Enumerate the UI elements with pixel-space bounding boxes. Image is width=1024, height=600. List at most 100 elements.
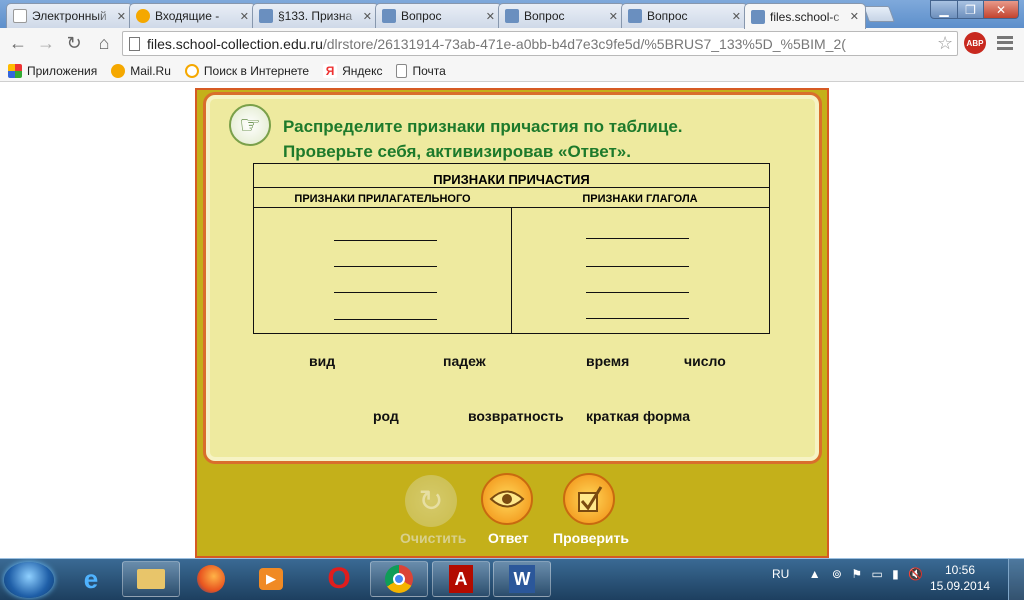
drop-slot-left-1[interactable] xyxy=(334,240,437,241)
acrobat-icon[interactable]: A xyxy=(432,561,490,597)
clear-label: Очистить xyxy=(400,530,467,546)
signal-icon[interactable]: ▮ xyxy=(892,567,899,581)
column-divider xyxy=(511,208,512,333)
bookmark-label: Почта xyxy=(412,63,446,78)
drop-slot-left-2[interactable] xyxy=(334,266,437,267)
ie-icon[interactable]: e xyxy=(62,561,120,597)
address-bar[interactable]: files.school-collection.edu.ru/dlrstore/… xyxy=(122,31,958,56)
pointing-hand-icon: ☞ xyxy=(229,104,271,146)
bookmark-apps[interactable]: Приложения xyxy=(8,63,98,78)
minimize-button[interactable]: ▁ xyxy=(930,0,958,19)
close-icon[interactable]: ✕ xyxy=(363,10,372,23)
tab-question-2[interactable]: Вопрос ✕ xyxy=(498,3,625,28)
drop-slot-left-3[interactable] xyxy=(334,292,437,293)
close-window-button[interactable]: ✕ xyxy=(983,0,1019,19)
bookmark-yandex[interactable]: Я Яндекс xyxy=(323,63,383,78)
word-reflexivity[interactable]: возвратность xyxy=(468,408,564,424)
drop-slot-right-1[interactable] xyxy=(586,238,689,239)
volume-muted-icon[interactable]: 🔇 xyxy=(908,567,923,581)
table-title: ПРИЗНАКИ ПРИЧАСТИЯ xyxy=(254,164,769,188)
tab-label: Электронный xyxy=(32,9,107,23)
refresh-icon: ↻ xyxy=(418,484,444,518)
bookmark-star-icon[interactable]: ☆ xyxy=(937,33,953,53)
clear-button[interactable]: ↻ xyxy=(405,475,457,527)
word-case[interactable]: падеж xyxy=(443,353,486,369)
word-gender[interactable]: род xyxy=(373,408,399,424)
answer-button[interactable] xyxy=(481,473,533,525)
close-icon[interactable]: ✕ xyxy=(732,10,741,23)
close-icon[interactable]: ✕ xyxy=(850,10,859,23)
apps-icon xyxy=(8,63,22,78)
tab-question-1[interactable]: Вопрос ✕ xyxy=(375,3,502,28)
bookmark-label: Яндекс xyxy=(342,63,383,78)
site-icon xyxy=(751,9,765,24)
close-icon[interactable]: ✕ xyxy=(486,10,495,23)
answer-label: Ответ xyxy=(488,530,529,546)
start-button[interactable] xyxy=(4,562,54,598)
tab-section133[interactable]: §133. Призна ✕ xyxy=(252,3,379,28)
tab-question-3[interactable]: Вопрос ✕ xyxy=(621,3,748,28)
bookmark-label: Приложения xyxy=(27,63,98,78)
home-icon[interactable]: ⌂ xyxy=(94,33,114,53)
tab-label: files.school-c xyxy=(770,9,840,24)
language-indicator[interactable]: RU xyxy=(772,567,789,581)
menu-icon[interactable] xyxy=(997,36,1013,50)
column-header-adjective: ПРИЗНАКИ ПРИЛАГАТЕЛЬНОГО xyxy=(254,188,511,208)
maximize-button[interactable]: ❐ xyxy=(957,0,984,19)
new-tab-button[interactable] xyxy=(863,6,895,22)
close-icon[interactable]: ✕ xyxy=(117,10,126,23)
opera-icon[interactable]: O xyxy=(310,561,368,597)
firefox-icon[interactable] xyxy=(182,561,240,597)
explorer-icon[interactable] xyxy=(122,561,180,597)
show-desktop-button[interactable] xyxy=(1008,559,1024,600)
checkmark-icon xyxy=(578,486,603,512)
display-icon[interactable]: ▭ xyxy=(871,567,882,581)
word-number[interactable]: число xyxy=(684,353,726,369)
url-path: /dlrstore/26131914-73ab-471e-a0bb-b4d7e3… xyxy=(322,35,846,52)
tab-label: Входящие - xyxy=(155,9,220,23)
tab-files-active[interactable]: files.school-c ✕ xyxy=(744,3,866,29)
network-icon[interactable]: ⊚ xyxy=(832,567,842,581)
word-icon[interactable]: W xyxy=(493,561,551,597)
tab-label: §133. Призна xyxy=(278,9,353,23)
instruction-line-2: Проверьте себя, активизировав «Ответ». xyxy=(283,142,631,161)
instruction-line-1: Распределите признаки причастия по табли… xyxy=(283,117,683,136)
eye-icon xyxy=(489,490,525,508)
drop-slot-right-3[interactable] xyxy=(586,292,689,293)
forward-icon[interactable]: → xyxy=(36,33,56,53)
adblock-icon[interactable]: ABP xyxy=(964,32,986,54)
action-center-icon[interactable]: ⚑ xyxy=(851,567,862,581)
reload-icon[interactable]: ↻ xyxy=(64,33,84,53)
bookmark-search[interactable]: Поиск в Интернете xyxy=(184,63,309,78)
close-icon[interactable]: ✕ xyxy=(240,10,249,23)
url-host: files.school-collection.edu.ru xyxy=(147,35,323,52)
bookmark-mail[interactable]: Почта xyxy=(396,63,446,78)
word-short-form[interactable]: краткая форма xyxy=(586,408,690,424)
site-icon xyxy=(259,9,273,23)
close-icon[interactable]: ✕ xyxy=(609,10,618,23)
site-icon xyxy=(628,9,642,23)
word-aspect[interactable]: вид xyxy=(309,353,335,369)
media-icon[interactable]: ▶ xyxy=(242,561,300,597)
drop-slot-right-4[interactable] xyxy=(586,318,689,319)
column-header-verb: ПРИЗНАКИ ГЛАГОЛА xyxy=(511,188,769,208)
back-icon[interactable]: ← xyxy=(8,33,28,53)
tab-inbox[interactable]: Входящие - ✕ xyxy=(129,3,256,28)
drop-slot-right-2[interactable] xyxy=(586,266,689,267)
word-tense[interactable]: время xyxy=(586,353,629,369)
site-icon xyxy=(505,9,519,23)
system-tray: RU ▲ ⊚ ⚑ ▭ ▮ 🔇 xyxy=(772,567,923,581)
participle-table: ПРИЗНАКИ ПРИЧАСТИЯ ПРИЗНАКИ ПРИЛАГАТЕЛЬН… xyxy=(253,163,770,334)
clock[interactable]: 10:56 15.09.2014 xyxy=(930,562,990,594)
tray-arrow-icon[interactable]: ▲ xyxy=(809,567,821,581)
drop-slot-left-4[interactable] xyxy=(334,319,437,320)
mailru-icon xyxy=(111,63,126,78)
tab-electronic[interactable]: Электронный ✕ xyxy=(6,3,133,28)
chrome-icon[interactable] xyxy=(370,561,428,597)
site-icon xyxy=(382,9,396,23)
search-icon xyxy=(184,63,199,78)
bookmark-mailru[interactable]: Mail.Ru xyxy=(111,63,171,78)
mailru-icon xyxy=(136,9,150,23)
page-icon xyxy=(129,36,140,51)
check-button[interactable] xyxy=(563,473,615,525)
